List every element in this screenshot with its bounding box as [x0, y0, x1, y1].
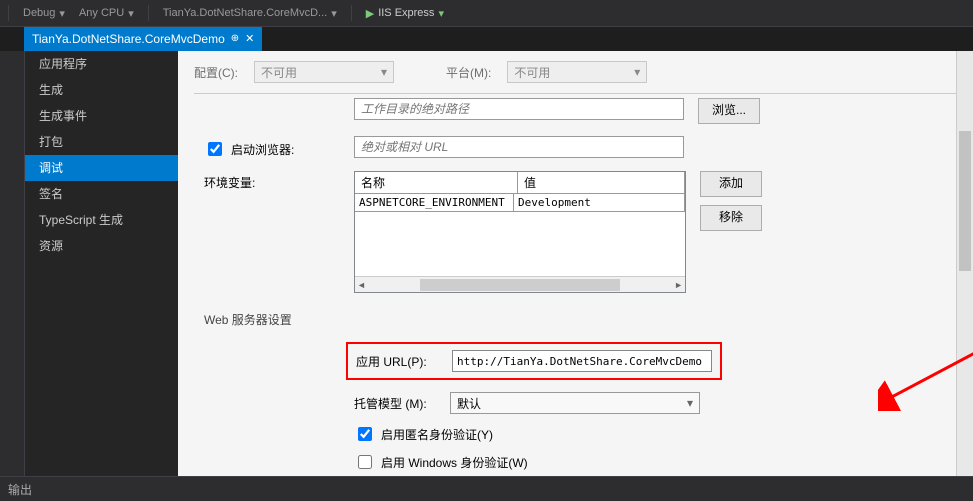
chevron-down-icon: ▾ [438, 7, 444, 20]
host-model-select[interactable]: 默认 ▾ [450, 392, 700, 414]
env-label: 环境变量: [204, 171, 354, 191]
left-tool-rail[interactable] [0, 51, 25, 476]
startup-project-dropdown[interactable]: TianYa.DotNetShare.CoreMvcD...▾ [163, 7, 337, 20]
document-tab[interactable]: TianYa.DotNetShare.CoreMvcDemo ⊕ ✕ [24, 27, 262, 51]
sidebar-item-resources[interactable]: 资源 [25, 233, 178, 259]
project-settings-sidebar: 应用程序 生成 生成事件 打包 调试 签名 TypeScript 生成 资源 [25, 51, 178, 476]
scroll-thumb[interactable] [959, 131, 971, 271]
content-vscrollbar[interactable] [956, 51, 973, 476]
output-label: 输出 [8, 481, 32, 498]
env-hscrollbar[interactable]: ◄ ► [355, 276, 685, 292]
run-button[interactable]: ▶ IIS Express ▾ [366, 7, 444, 20]
chevron-down-icon: ▾ [634, 65, 640, 79]
platform-label: 平台(M): [446, 64, 491, 81]
env-head-name[interactable]: 名称 [355, 172, 518, 194]
sidebar-item-signing[interactable]: 签名 [25, 181, 178, 207]
chevron-down-icon: ▾ [59, 7, 65, 20]
sidebar-item-typescript[interactable]: TypeScript 生成 [25, 207, 178, 233]
sidebar-item-debug[interactable]: 调试 [25, 155, 178, 181]
sidebar-item-build-events[interactable]: 生成事件 [25, 103, 178, 129]
host-model-label: 托管模型 (M): [354, 395, 450, 412]
output-panel-header[interactable]: 输出 [0, 476, 973, 501]
workdir-input[interactable] [354, 98, 684, 120]
add-button[interactable]: 添加 [700, 171, 762, 197]
anon-auth-checkbox[interactable]: 启用匿名身份验证(Y) [354, 424, 493, 444]
env-table[interactable]: 名称 值 ASPNETCORE_ENVIRONMENT Development … [354, 171, 686, 293]
chevron-down-icon: ▾ [331, 7, 337, 20]
env-head-value[interactable]: 值 [518, 172, 685, 194]
sidebar-item-package[interactable]: 打包 [25, 129, 178, 155]
debug-config-dropdown[interactable]: Debug▾ [23, 7, 65, 20]
platform-dropdown[interactable]: Any CPU▾ [79, 7, 134, 20]
settings-content: 配置(C): 不可用▾ 平台(M): 不可用▾ 工作目录: 浏览... [178, 51, 973, 476]
scroll-right-icon[interactable]: ► [674, 280, 683, 290]
document-tab-bar: TianYa.DotNetShare.CoreMvcDemo ⊕ ✕ [0, 27, 973, 51]
sidebar-item-build[interactable]: 生成 [25, 77, 178, 103]
platform-combo[interactable]: 不可用▾ [507, 61, 647, 83]
scroll-left-icon[interactable]: ◄ [357, 280, 366, 290]
tab-title: TianYa.DotNetShare.CoreMvcDemo [32, 27, 225, 51]
env-row[interactable]: ASPNETCORE_ENVIRONMENT Development [355, 194, 685, 212]
launch-browser-url-input[interactable] [354, 136, 684, 158]
pin-icon[interactable]: ⊕ [231, 27, 239, 51]
web-server-section-title: Web 服务器设置 [204, 311, 957, 328]
app-url-label: 应用 URL(P): [356, 353, 452, 370]
app-url-input[interactable] [452, 350, 712, 372]
remove-button[interactable]: 移除 [700, 205, 762, 231]
win-auth-checkbox[interactable]: 启用 Windows 身份验证(W) [354, 452, 528, 472]
launch-browser-checkbox[interactable]: 启动浏览器: [204, 139, 294, 159]
chevron-down-icon: ▾ [381, 65, 387, 79]
top-toolbar: Debug▾ Any CPU▾ TianYa.DotNetShare.CoreM… [0, 0, 973, 27]
browse-button[interactable]: 浏览... [698, 98, 760, 124]
config-combo[interactable]: 不可用▾ [254, 61, 394, 83]
config-label: 配置(C): [194, 64, 238, 81]
close-icon[interactable]: ✕ [245, 27, 254, 51]
chevron-down-icon: ▾ [687, 396, 693, 410]
app-url-highlight: 应用 URL(P): [346, 342, 722, 380]
sidebar-item-application[interactable]: 应用程序 [25, 51, 178, 77]
scroll-thumb[interactable] [420, 279, 620, 291]
chevron-down-icon: ▾ [128, 7, 134, 20]
